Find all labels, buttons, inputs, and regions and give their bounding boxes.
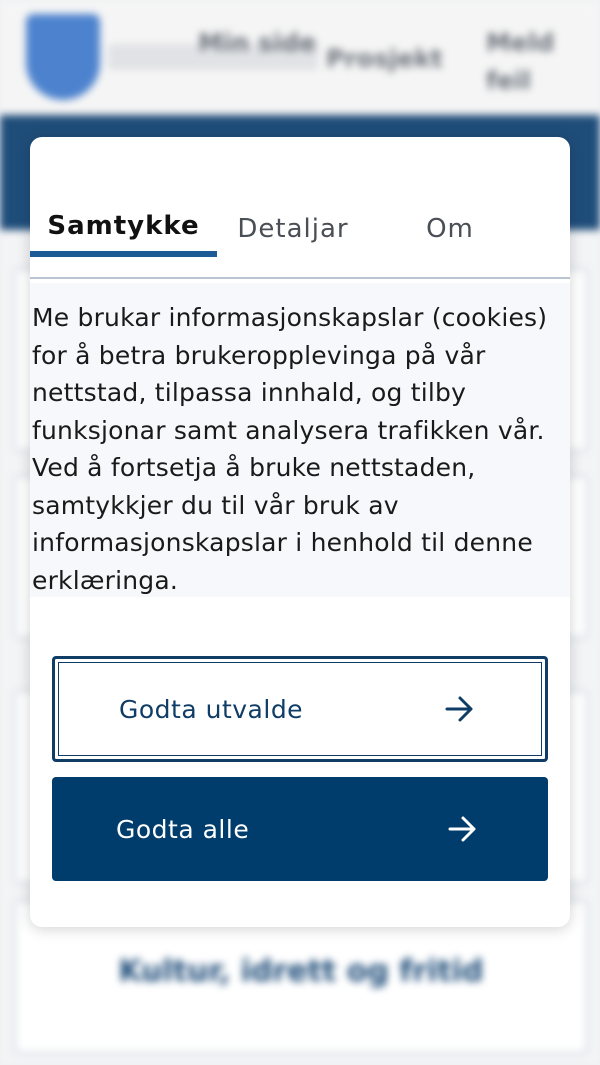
consent-text: Me brukar informasjonskapslar (cookies) … [32,303,548,595]
accept-selected-button[interactable]: Godta utvalde [52,656,548,762]
nav-min-side: Min side [198,28,317,57]
nav-meld-feil: Meld feil [486,28,555,95]
arrow-right-icon [445,696,473,722]
nav-prosjekt: Prosjekt [326,44,443,73]
accept-selected-label: Godta utvalde [119,694,304,724]
tab-detaljar[interactable]: Detaljar [218,197,368,261]
accept-all-button[interactable]: Godta alle [52,777,548,881]
arrow-right-icon [448,816,476,842]
accept-all-label: Godta alle [116,814,250,844]
consent-tab-bar: Samtykke Detaljar Om [30,197,570,279]
tab-om[interactable]: Om [394,197,506,261]
site-logo [26,14,100,100]
cookie-consent-dialog: Samtykke Detaljar Om Me brukar informasj… [30,137,570,927]
category-card-label: Kultur, idrett og fritid [118,954,484,989]
tab-samtykke[interactable]: Samtykke [30,197,217,257]
consent-text-panel: Me brukar informasjonskapslar (cookies) … [30,283,570,597]
